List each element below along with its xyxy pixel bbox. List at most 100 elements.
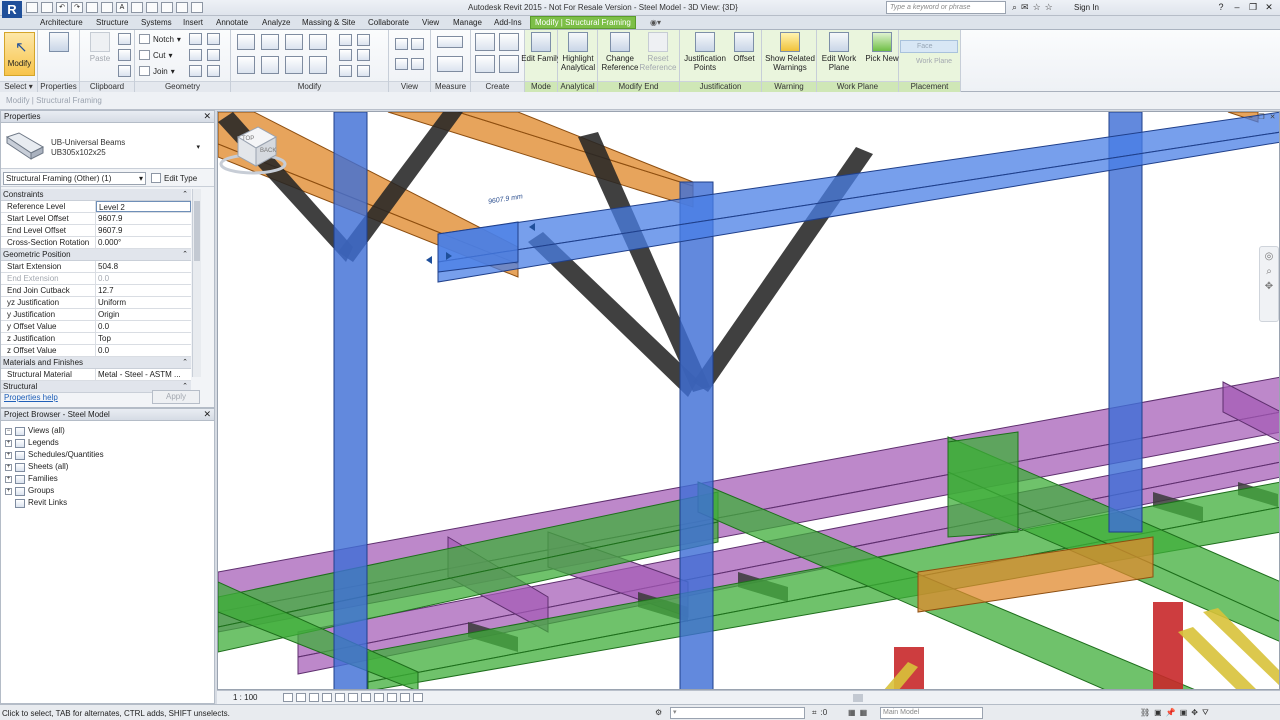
crop-region-icon[interactable]: [361, 693, 371, 702]
property-value[interactable]: 12.7: [96, 285, 191, 296]
select-dropdown[interactable]: Select ▾: [0, 81, 37, 92]
open-icon[interactable]: [26, 2, 38, 13]
print-icon[interactable]: [86, 2, 98, 13]
pan-icon[interactable]: ✥: [1260, 281, 1278, 292]
edit-type-button[interactable]: Edit Type: [151, 173, 197, 183]
expand-toggle-icon[interactable]: +: [5, 439, 12, 447]
expand-toggle-icon[interactable]: +: [5, 487, 12, 495]
collapse-icon[interactable]: ⌃: [182, 249, 188, 260]
design-options-icon[interactable]: ▦: [848, 708, 856, 717]
sections-icon[interactable]: [146, 2, 158, 13]
property-group-header[interactable]: Materials and Finishes ⌃: [1, 357, 191, 369]
work-plane-option[interactable]: Work Plane: [900, 56, 958, 69]
tab-collaborate[interactable]: Collaborate: [364, 17, 413, 28]
properties-button[interactable]: [39, 32, 79, 54]
search-input[interactable]: Type a keyword or phrase: [886, 1, 1006, 14]
create-parts-icon[interactable]: [499, 33, 519, 51]
close-browser-icon[interactable]: ✕: [203, 409, 211, 420]
face-option[interactable]: Face: [900, 40, 958, 53]
edit-family-button[interactable]: Edit Family: [521, 32, 561, 63]
steering-wheel-icon[interactable]: ◎: [1260, 251, 1278, 262]
pick-new-button[interactable]: Pick New: [863, 32, 901, 63]
tab-add-ins[interactable]: Add-Ins: [490, 17, 526, 28]
browser-node[interactable]: Revit Links: [5, 497, 214, 509]
change-reference-button[interactable]: Change Reference: [600, 32, 640, 72]
tab-analyze[interactable]: Analyze: [258, 17, 294, 28]
shadows-icon[interactable]: [322, 693, 332, 702]
tab-annotate[interactable]: Annotate: [212, 17, 252, 28]
geometry-tool-icon[interactable]: [207, 49, 220, 61]
temporary-hide-icon[interactable]: [387, 693, 397, 702]
workset-select[interactable]: ▾: [670, 707, 805, 719]
tab-view[interactable]: View: [418, 17, 443, 28]
visual-style-icon[interactable]: [296, 693, 306, 702]
rendering-icon[interactable]: [335, 693, 345, 702]
viewport-minimize-icon[interactable]: –: [1246, 114, 1255, 123]
instance-filter-select[interactable]: Structural Framing (Other) (1): [3, 172, 146, 185]
paste-button[interactable]: Paste: [80, 32, 120, 63]
geometry-tool-icon[interactable]: [189, 33, 202, 45]
create-group-icon[interactable]: [475, 55, 495, 73]
property-value[interactable]: 0.0: [96, 321, 191, 332]
browser-node[interactable]: + Legends: [5, 437, 214, 449]
tab-insert[interactable]: Insert: [179, 17, 207, 28]
tab-architecture[interactable]: Architecture: [36, 17, 87, 28]
collapse-icon[interactable]: ⌃: [182, 357, 188, 368]
aligned-dimension-icon[interactable]: [437, 56, 463, 72]
tab-structure[interactable]: Structure: [92, 17, 132, 28]
apply-button[interactable]: Apply: [152, 390, 200, 404]
create-similar-icon[interactable]: [499, 55, 519, 73]
tab-systems[interactable]: Systems: [137, 17, 176, 28]
geometry-tool-icon[interactable]: [207, 33, 220, 45]
crop-view-icon[interactable]: [348, 693, 358, 702]
view-scale[interactable]: 1 : 100: [233, 693, 257, 702]
override-graphics-icon[interactable]: [411, 38, 424, 50]
filter-icon[interactable]: ⛛: [1202, 708, 1209, 718]
worksharing-icon[interactable]: ⚙: [655, 708, 662, 717]
trim-extend-icon[interactable]: [309, 56, 327, 74]
expand-toggle-icon[interactable]: +: [5, 475, 12, 483]
restore-icon[interactable]: ❐: [1246, 1, 1260, 13]
expand-toggle-icon[interactable]: −: [5, 427, 12, 435]
redo-icon[interactable]: ↷: [71, 2, 83, 13]
tab-modify-structural-framing[interactable]: Modify | Structural Framing: [530, 16, 636, 29]
select-by-face-icon[interactable]: ▣: [1180, 708, 1188, 718]
mirror-draw-icon[interactable]: [309, 34, 327, 50]
property-value[interactable]: Level 2: [96, 201, 191, 212]
minimize-icon[interactable]: –: [1230, 1, 1244, 13]
property-value[interactable]: 504.8: [96, 261, 191, 272]
properties-help-link[interactable]: Properties help: [4, 393, 58, 402]
browser-node[interactable]: − Views (all): [5, 425, 214, 437]
property-value[interactable]: Origin: [96, 309, 191, 320]
select-underlay-icon[interactable]: ▣: [1154, 708, 1162, 718]
measure-distance-icon[interactable]: [437, 36, 463, 48]
exclude-options-icon[interactable]: ▦: [860, 708, 868, 717]
offset-button[interactable]: Offset: [724, 32, 764, 63]
tab-massing-site[interactable]: Massing & Site: [298, 17, 359, 28]
justification-points-button[interactable]: Justification Points: [684, 32, 726, 72]
reveal-hidden-icon[interactable]: [400, 693, 410, 702]
create-assembly-icon[interactable]: [475, 33, 495, 51]
subscription-icon[interactable]: ✉: [1021, 2, 1029, 13]
browser-node[interactable]: + Schedules/Quantities: [5, 449, 214, 461]
property-value[interactable]: 0.000°: [96, 237, 191, 248]
linework-icon[interactable]: [395, 58, 408, 70]
text-icon[interactable]: A: [116, 2, 128, 13]
drag-elements-icon[interactable]: ✥: [1191, 708, 1198, 718]
property-value[interactable]: 9607.9: [96, 213, 191, 224]
split-gap-icon[interactable]: [357, 34, 370, 46]
properties-scrollbar[interactable]: [192, 189, 201, 377]
notch-button[interactable]: Notch ▾: [139, 34, 181, 44]
search-binoculars-icon[interactable]: ⌕: [1012, 2, 1017, 13]
undo-icon[interactable]: ↶: [56, 2, 68, 13]
close-icon[interactable]: ✕: [1262, 1, 1276, 13]
delete-icon[interactable]: [357, 65, 370, 77]
geometry-tool-icon[interactable]: [207, 65, 220, 77]
join-button[interactable]: Join ▾: [139, 66, 175, 76]
property-value[interactable]: 9607.9: [96, 225, 191, 236]
favorites-icon[interactable]: ☆: [1045, 2, 1053, 13]
zoom-icon[interactable]: ⌕: [1260, 266, 1278, 277]
property-group-header[interactable]: Constraints ⌃: [1, 189, 191, 201]
horizontal-scrollbar-thumb[interactable]: [853, 694, 863, 702]
3d-viewport[interactable]: 9607.9 mm TOP BACK ◎ ⌕ ✥ – ❐ ✕: [217, 111, 1280, 690]
